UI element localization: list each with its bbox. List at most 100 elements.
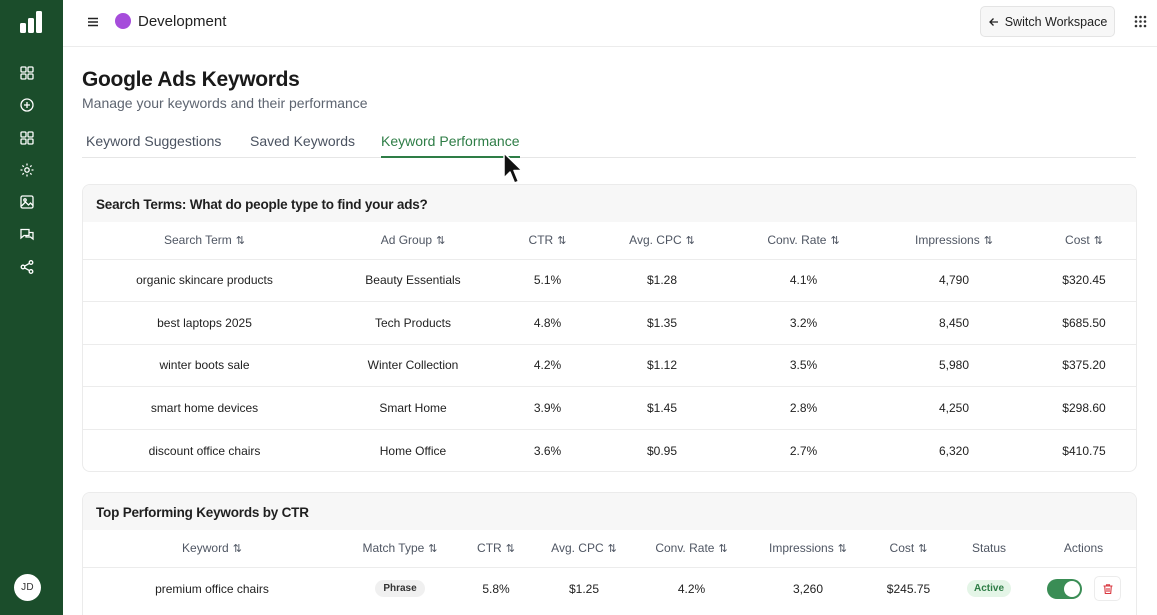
cell-conv-rate: 2.7% (729, 428, 878, 471)
column-header-avg-cpc[interactable]: Avg. CPC ⇅ (595, 222, 729, 259)
column-header-ctr[interactable]: CTR ⇅ (459, 530, 533, 567)
cell-conv-rate: 3.5% (729, 343, 878, 387)
add-circle-icon[interactable] (19, 97, 35, 113)
cell-avg-cpc: $1.45 (595, 386, 729, 430)
image-icon[interactable] (19, 194, 35, 210)
dashboard-icon[interactable] (19, 65, 35, 81)
sort-icon[interactable]: ⇅ (236, 235, 245, 247)
column-header-actions: Actions (1063, 541, 1104, 556)
column-header-avg-cpc[interactable]: Avg. CPC ⇅ (533, 530, 635, 567)
sort-icon[interactable]: ⇅ (1094, 235, 1103, 247)
grid-menu-icon[interactable] (1134, 15, 1147, 28)
tab-keyword-performance[interactable]: Keyword Performance (381, 133, 520, 158)
sort-icon[interactable]: ⇅ (557, 235, 566, 247)
sort-icon[interactable]: ⇅ (506, 543, 515, 555)
column-header-impressions[interactable]: Impressions ⇅ (878, 222, 1030, 259)
trash-icon (1103, 584, 1112, 595)
cell-ctr: 5.8% (459, 566, 533, 610)
column-header-keyword[interactable]: Keyword ⇅ (83, 530, 341, 567)
status-badge: Active (966, 580, 1011, 598)
column-header-ad-group[interactable]: Ad Group ⇅ (326, 222, 500, 259)
cell-search-term: smart home devices (83, 386, 326, 430)
cell-search-term: discount office chairs (83, 428, 326, 471)
column-header-search-term[interactable]: Search Term ⇅ (83, 222, 326, 259)
column-header-conv-rate[interactable]: Conv. Rate ⇅ (729, 222, 878, 259)
top-keywords-table: Keyword ⇅ Match Type ⇅ CTR ⇅ Avg. CPC ⇅ Conv… (83, 530, 1136, 610)
sort-icon[interactable]: ⇅ (830, 235, 839, 247)
share-icon[interactable] (19, 259, 35, 275)
top-keywords-title: Top Performing Keywords by CTR (83, 493, 1136, 530)
menu-icon[interactable] (86, 15, 100, 29)
search-terms-card: Search Terms: What do people type to fin… (82, 184, 1137, 472)
column-header-cost[interactable]: Cost ⇅ (868, 530, 949, 567)
cell-ad-group: Home Office (326, 428, 500, 471)
cell-impressions: 3,260 (748, 566, 868, 610)
cell-search-term: organic skincare products (83, 258, 326, 302)
sort-icon[interactable]: ⇅ (718, 543, 727, 555)
delete-button[interactable] (1093, 576, 1121, 602)
sort-icon[interactable]: ⇅ (984, 235, 993, 247)
sort-icon[interactable]: ⇅ (436, 235, 445, 247)
tab-keyword-suggestions[interactable]: Keyword Suggestions (86, 133, 221, 158)
column-header-impressions[interactable]: Impressions ⇅ (748, 530, 868, 567)
keyword-enabled-toggle[interactable] (1046, 578, 1082, 599)
table-row[interactable]: discount office chairs Home Office 3.6% … (83, 428, 1136, 471)
cell-impressions: 5,980 (878, 343, 1030, 387)
cell-impressions: 6,320 (878, 428, 1030, 471)
table-row[interactable]: best laptops 2025 Tech Products 4.8% $1.… (83, 301, 1136, 345)
page-title: Google Ads Keywords (82, 68, 300, 91)
cell-avg-cpc: $1.12 (595, 343, 729, 387)
cell-ctr: 3.6% (500, 428, 595, 471)
table-row[interactable]: organic skincare products Beauty Essenti… (83, 258, 1136, 302)
workspace-color-dot (115, 13, 131, 29)
cell-status: Active (949, 566, 1029, 610)
app-logo-icon[interactable] (18, 9, 44, 35)
cell-ctr: 5.1% (500, 258, 595, 302)
cell-ad-group: Beauty Essentials (326, 258, 500, 302)
table-row[interactable]: winter boots sale Winter Collection 4.2%… (83, 343, 1136, 387)
cell-ad-group: Winter Collection (326, 343, 500, 387)
avatar[interactable]: JD (14, 574, 41, 601)
cell-ctr: 4.2% (500, 343, 595, 387)
cell-ctr: 3.9% (500, 386, 595, 430)
cell-ctr: 4.8% (500, 301, 595, 345)
cell-cost: $410.75 (1030, 428, 1136, 471)
column-header-conv-rate[interactable]: Conv. Rate ⇅ (635, 530, 748, 567)
match-type-badge: Phrase (375, 580, 425, 598)
sort-icon[interactable]: ⇅ (428, 543, 437, 555)
table-row[interactable]: smart home devices Smart Home 3.9% $1.45… (83, 386, 1136, 430)
sort-icon[interactable]: ⇅ (686, 235, 695, 247)
gear-icon[interactable] (19, 162, 35, 178)
cell-avg-cpc: $1.28 (595, 258, 729, 302)
cell-conv-rate: 2.8% (729, 386, 878, 430)
sort-icon[interactable]: ⇅ (233, 543, 242, 555)
top-keywords-card: Top Performing Keywords by CTR Keyword ⇅ … (82, 492, 1137, 615)
switch-workspace-button[interactable]: Switch Workspace (980, 6, 1115, 37)
arrow-left-icon (988, 17, 998, 26)
search-terms-title: Search Terms: What do people type to fin… (83, 185, 1136, 222)
table-header-row: Search Term ⇅ Ad Group ⇅ CTR ⇅ Avg. CPC ⇅ Co… (83, 222, 1136, 259)
column-header-match-type[interactable]: Match Type ⇅ (341, 530, 459, 567)
mouse-cursor-icon (503, 152, 525, 186)
table-row[interactable]: premium office chairs Phrase 5.8% $1.25 … (83, 566, 1136, 610)
cell-search-term: best laptops 2025 (83, 301, 326, 345)
sort-icon[interactable]: ⇅ (608, 543, 617, 555)
chat-icon[interactable] (19, 227, 35, 243)
cell-cost: $375.20 (1030, 343, 1136, 387)
table-header-row: Keyword ⇅ Match Type ⇅ CTR ⇅ Avg. CPC ⇅ Conv… (83, 530, 1136, 567)
cell-cost: $685.50 (1030, 301, 1136, 345)
sort-icon[interactable]: ⇅ (838, 543, 847, 555)
cell-match-type: Phrase (341, 566, 459, 610)
cell-impressions: 4,250 (878, 386, 1030, 430)
column-header-ctr[interactable]: CTR ⇅ (500, 222, 595, 259)
apps-icon[interactable] (19, 130, 35, 146)
cell-avg-cpc: $1.35 (595, 301, 729, 345)
sort-icon[interactable]: ⇅ (918, 543, 927, 555)
top-header: Development Switch Workspace (63, 0, 1157, 47)
workspace-name[interactable]: Development (138, 13, 226, 30)
page-subtitle: Manage your keywords and their performan… (82, 95, 368, 111)
column-header-cost[interactable]: Cost ⇅ (1030, 222, 1136, 259)
tab-saved-keywords[interactable]: Saved Keywords (250, 133, 355, 158)
cell-conv-rate: 3.2% (729, 301, 878, 345)
cell-conv-rate: 4.2% (635, 566, 748, 610)
